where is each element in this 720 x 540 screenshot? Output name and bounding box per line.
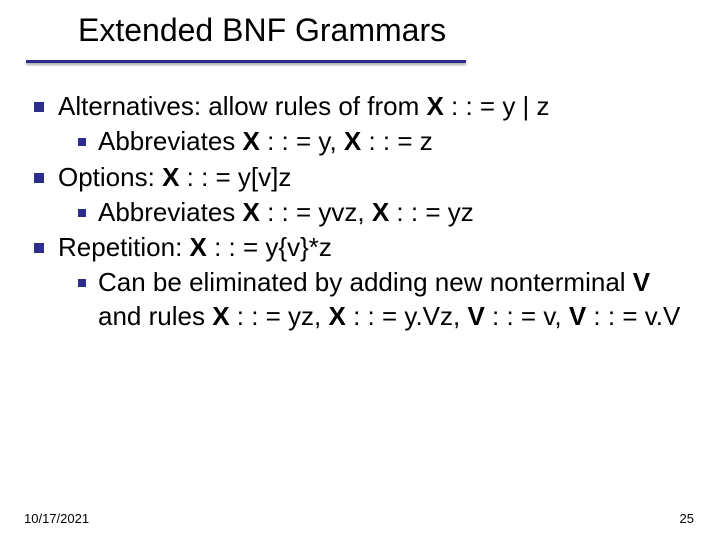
bullet-text: Repetition: X : : = y{v}*z	[58, 231, 694, 264]
bullet-text: Options: X : : = y[v]z	[58, 161, 694, 194]
square-bullet-icon	[34, 173, 44, 183]
footer-page-number: 25	[680, 511, 694, 526]
square-bullet-icon	[34, 102, 44, 112]
footer-date: 10/17/2021	[24, 511, 89, 526]
slide: Extended BNF Grammars Alternatives: allo…	[0, 0, 720, 540]
bullet-level-2: Abbreviates X : : = y, X : : = z	[34, 125, 694, 158]
slide-title: Extended BNF Grammars	[78, 12, 446, 49]
title-underline	[26, 60, 466, 63]
slide-body: Alternatives: allow rules of from X : : …	[34, 90, 694, 335]
bullet-text: Alternatives: allow rules of from X : : …	[58, 90, 694, 123]
square-bullet-icon	[78, 279, 86, 287]
square-bullet-icon	[78, 209, 86, 217]
bullet-text: Can be eliminated by adding new nontermi…	[98, 266, 694, 333]
bullet-level-2: Can be eliminated by adding new nontermi…	[34, 266, 694, 333]
bullet-level-1: Options: X : : = y[v]z	[34, 161, 694, 194]
bullet-text: Abbreviates X : : = y, X : : = z	[98, 125, 694, 158]
square-bullet-icon	[78, 138, 86, 146]
bullet-text: Abbreviates X : : = yvz, X : : = yz	[98, 196, 694, 229]
square-bullet-icon	[34, 243, 44, 253]
bullet-level-1: Alternatives: allow rules of from X : : …	[34, 90, 694, 123]
bullet-level-1: Repetition: X : : = y{v}*z	[34, 231, 694, 264]
bullet-level-2: Abbreviates X : : = yvz, X : : = yz	[34, 196, 694, 229]
